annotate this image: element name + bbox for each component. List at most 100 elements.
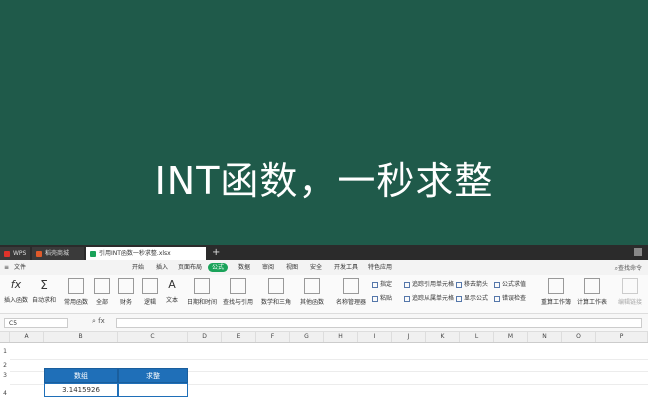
table-header-cell[interactable]: 数组: [44, 368, 118, 383]
spreadsheet-icon: [90, 250, 96, 257]
tab-document[interactable]: 引用INT函数一秒求整.xlsx: [86, 247, 206, 260]
math-trig-button[interactable]: 数学和三角: [258, 278, 294, 306]
specify-icon: [372, 281, 378, 288]
tab-wps[interactable]: WPS: [0, 247, 30, 260]
column-header[interactable]: J: [392, 332, 426, 342]
autosum-button[interactable]: Σ 自动求和: [30, 278, 58, 304]
menu-special[interactable]: 特色应用: [368, 263, 392, 272]
ribbon-formulas: fx 插入函数 Σ 自动求和 常用函数 全部 财务 逻辑 A 文本 日期和时间 查找与…: [0, 275, 648, 314]
search-command[interactable]: ⌕查找命令: [615, 263, 642, 273]
menu-formulas[interactable]: 公式: [208, 263, 229, 272]
text-icon: A: [168, 278, 176, 291]
table-cell[interactable]: [118, 383, 188, 397]
remove-arrows-icon: [456, 281, 462, 288]
hamburger-icon[interactable]: ≡: [4, 263, 9, 272]
fx-icon: fx: [10, 278, 22, 291]
tab-mall-label: 稻壳商城: [45, 250, 70, 257]
column-header[interactable]: A: [10, 332, 44, 342]
sigma-icon: Σ: [40, 278, 48, 292]
lookup-reference-button[interactable]: 查找与引用: [220, 278, 256, 306]
error-check-button[interactable]: 错误检查: [494, 293, 526, 302]
row-header[interactable]: 2: [0, 362, 10, 369]
evaluate-formula-button[interactable]: 公式求值: [494, 279, 526, 288]
wps-logo-icon: [4, 250, 10, 257]
trace-precedents-button[interactable]: 追踪引用单元格: [404, 279, 454, 288]
new-tab-button[interactable]: +: [212, 246, 220, 259]
menu-developer[interactable]: 开发工具: [334, 263, 358, 272]
tab-mall[interactable]: 稻壳商城: [32, 247, 84, 260]
column-header[interactable]: C: [118, 332, 188, 342]
paste-button[interactable]: 粘贴: [372, 293, 392, 302]
insert-function-button[interactable]: fx 插入函数: [2, 278, 30, 304]
wps-spreadsheet-window: WPS 稻壳商城 引用INT函数一秒求整.xlsx + ≡ 文件 开始 插入 页…: [0, 245, 648, 405]
table-header-cell[interactable]: 求整: [118, 368, 188, 383]
more-icon: [304, 278, 320, 294]
formula-bar: C5 ⌕ fx: [0, 314, 648, 332]
select-all-corner[interactable]: [0, 332, 10, 342]
column-header[interactable]: D: [188, 332, 222, 342]
row-header[interactable]: 4: [0, 390, 10, 397]
edit-links-button[interactable]: 编辑链接: [614, 278, 646, 306]
text-button[interactable]: A 文本: [158, 278, 186, 304]
column-header[interactable]: O: [562, 332, 596, 342]
show-formulas-icon: [456, 295, 462, 302]
calc-sheet-icon: [584, 278, 600, 294]
column-header[interactable]: M: [494, 332, 528, 342]
formula-fx-label[interactable]: ⌕ fx: [92, 317, 105, 326]
menu-view[interactable]: 视图: [286, 263, 298, 272]
formula-input[interactable]: [116, 318, 642, 328]
recalc-workbook-button[interactable]: 重算工作簿: [538, 278, 574, 306]
recalc-icon: [548, 278, 564, 294]
video-banner: INT函数，一秒求整: [0, 0, 648, 245]
menu-page-layout[interactable]: 页面布局: [178, 263, 202, 272]
logic-icon: [142, 278, 158, 294]
grid-line: [10, 359, 648, 360]
math-icon: [268, 278, 284, 294]
table-cell[interactable]: 3.1415926: [44, 383, 118, 397]
name-box[interactable]: C5: [4, 318, 68, 328]
finance-icon: [118, 278, 134, 294]
column-header[interactable]: P: [596, 332, 648, 342]
common-functions-button[interactable]: 常用函数: [62, 278, 90, 306]
show-formulas-button[interactable]: 显示公式: [456, 293, 488, 302]
banner-title: INT函数，一秒求整: [154, 159, 494, 203]
column-header[interactable]: N: [528, 332, 562, 342]
trace-dependents-icon: [404, 295, 410, 302]
menu-bar: ≡ 文件 开始 插入 页面布局 公式 数据 审阅 视图 安全 开发工具 特色应用…: [0, 260, 648, 275]
column-header[interactable]: E: [222, 332, 256, 342]
date-time-button[interactable]: 日期和时间: [184, 278, 220, 306]
error-check-icon: [494, 295, 500, 302]
calc-sheet-button[interactable]: 计算工作表: [574, 278, 610, 306]
column-header[interactable]: G: [290, 332, 324, 342]
trace-precedents-icon: [404, 281, 410, 288]
menu-review[interactable]: 审阅: [262, 263, 274, 272]
tab-wps-label: WPS: [13, 250, 27, 257]
menu-data[interactable]: 数据: [238, 263, 250, 272]
row-header[interactable]: 3: [0, 372, 10, 379]
menu-home[interactable]: 开始: [132, 263, 144, 272]
column-header[interactable]: F: [256, 332, 290, 342]
lookup-icon: [230, 278, 246, 294]
menu-insert[interactable]: 插入: [156, 263, 168, 272]
window-control-icon[interactable]: [634, 248, 642, 256]
column-header[interactable]: I: [358, 332, 392, 342]
specify-button[interactable]: 指定: [372, 279, 392, 288]
remove-arrows-button[interactable]: 移去箭头: [456, 279, 488, 288]
column-header[interactable]: L: [460, 332, 494, 342]
column-header[interactable]: K: [426, 332, 460, 342]
paste-icon: [372, 295, 378, 302]
search-label: 查找命令: [617, 265, 642, 272]
calendar-icon: [194, 278, 210, 294]
name-manager-button[interactable]: 名称管理器: [334, 278, 368, 306]
column-header[interactable]: H: [324, 332, 358, 342]
row-header[interactable]: 1: [0, 348, 10, 355]
menu-security[interactable]: 安全: [310, 263, 322, 272]
book-icon: [94, 278, 110, 294]
tab-bar: WPS 稻壳商城 引用INT函数一秒求整.xlsx +: [0, 245, 648, 260]
trace-dependents-button[interactable]: 追踪从属单元格: [404, 293, 454, 302]
evaluate-icon: [494, 281, 500, 288]
menu-file[interactable]: 文件: [14, 263, 26, 272]
column-header[interactable]: B: [44, 332, 118, 342]
mall-icon: [36, 250, 42, 257]
other-functions-button[interactable]: 其他函数: [298, 278, 326, 306]
